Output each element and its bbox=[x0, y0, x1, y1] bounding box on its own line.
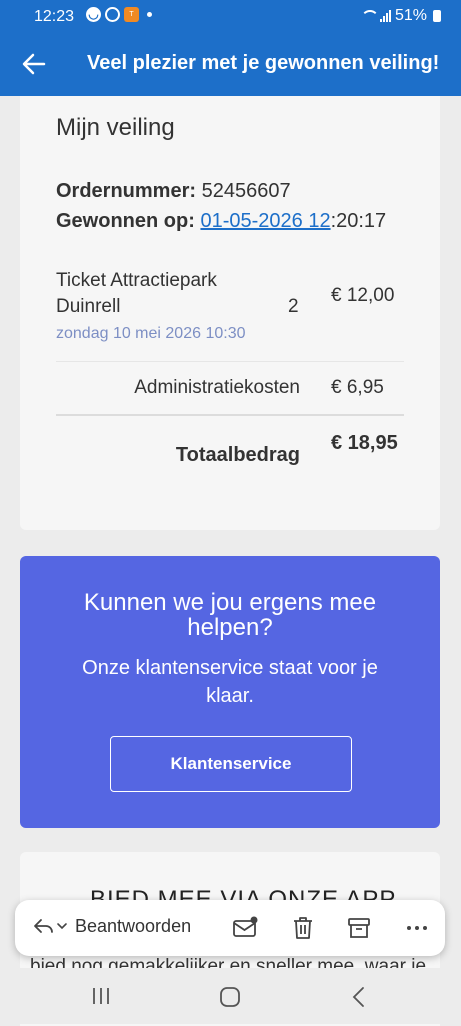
won-date-label: Gewonnen op: bbox=[56, 210, 195, 232]
email-subject-title: Veel plezier met je gewonnen veiling! bbox=[87, 52, 440, 74]
shop-app-notification-icon: T bbox=[124, 7, 139, 22]
item-name: Ticket Attractiepark Duinrell bbox=[56, 270, 217, 317]
battery-percentage: 51% bbox=[394, 7, 427, 24]
help-card: Kunnen we jou ergens mee helpen? Onze kl… bbox=[20, 556, 440, 828]
home-icon[interactable] bbox=[219, 986, 241, 1008]
recent-apps-icon[interactable] bbox=[90, 986, 112, 1006]
app-notification-icon: ◡ bbox=[86, 7, 101, 22]
order-number-value: 52456607 bbox=[201, 180, 291, 202]
system-icons: 51% bbox=[360, 7, 441, 25]
sync-notification-icon bbox=[105, 7, 120, 22]
reply-button[interactable]: Beantwoorden bbox=[31, 914, 191, 938]
auction-card-title: Mijn veiling bbox=[56, 114, 175, 141]
total-value: € 18,95 bbox=[331, 432, 398, 454]
battery-icon bbox=[433, 10, 441, 22]
reply-label: Beantwoorden bbox=[75, 915, 192, 936]
customer-service-button[interactable]: Klantenservice bbox=[110, 736, 352, 792]
admin-costs-label: Administratiekosten bbox=[134, 377, 300, 398]
order-number-label: Ordernummer: bbox=[56, 180, 197, 202]
notification-icons: ◡ T bbox=[86, 7, 152, 22]
won-date-link[interactable]: 01-05-2026 12 bbox=[200, 210, 330, 232]
item-event-date: zondag 10 mei 2026 10:30 bbox=[56, 325, 246, 342]
status-bar: 12:23 ◡ T 51% bbox=[0, 0, 461, 34]
email-content[interactable]: Mijn veiling Ordernummer: 52456607 Gewon… bbox=[0, 96, 461, 1026]
more-options-icon[interactable] bbox=[403, 914, 431, 942]
archive-icon[interactable] bbox=[345, 914, 373, 942]
row-divider bbox=[56, 361, 404, 362]
chevron-down-icon[interactable] bbox=[55, 919, 69, 933]
won-time-rest: :20:17 bbox=[330, 210, 387, 232]
app-bar: Veel plezier met je gewonnen veiling! bbox=[0, 34, 461, 96]
help-text: Onze klantenservice staat voor je klaar. bbox=[82, 657, 378, 707]
status-time: 12:23 bbox=[34, 8, 75, 25]
back-arrow-icon[interactable] bbox=[20, 50, 48, 78]
reply-toolbar: Beantwoorden bbox=[15, 900, 445, 956]
order-number-line: Ordernummer: 52456607 bbox=[56, 180, 291, 203]
more-notifications-dot-icon bbox=[147, 12, 152, 17]
mark-unread-icon[interactable] bbox=[231, 914, 259, 942]
wifi-icon bbox=[360, 10, 379, 22]
item-price: € 12,00 bbox=[331, 285, 395, 306]
help-title: Kunnen we jou ergens mee helpen? bbox=[83, 589, 377, 641]
delete-icon[interactable] bbox=[289, 914, 317, 942]
auction-summary-card: Mijn veiling Ordernummer: 52456607 Gewon… bbox=[20, 96, 440, 530]
won-date-line: Gewonnen op: 01-05-2026 12:20:17 bbox=[56, 210, 386, 233]
reply-icon bbox=[34, 919, 53, 933]
total-divider bbox=[56, 414, 404, 416]
item-quantity: 2 bbox=[288, 296, 299, 317]
signal-icon bbox=[379, 10, 391, 22]
total-label: Totaalbedrag bbox=[175, 444, 300, 466]
system-navigation-bar bbox=[0, 968, 461, 1024]
admin-costs-value: € 6,95 bbox=[331, 377, 384, 398]
back-nav-icon[interactable] bbox=[350, 986, 368, 1008]
